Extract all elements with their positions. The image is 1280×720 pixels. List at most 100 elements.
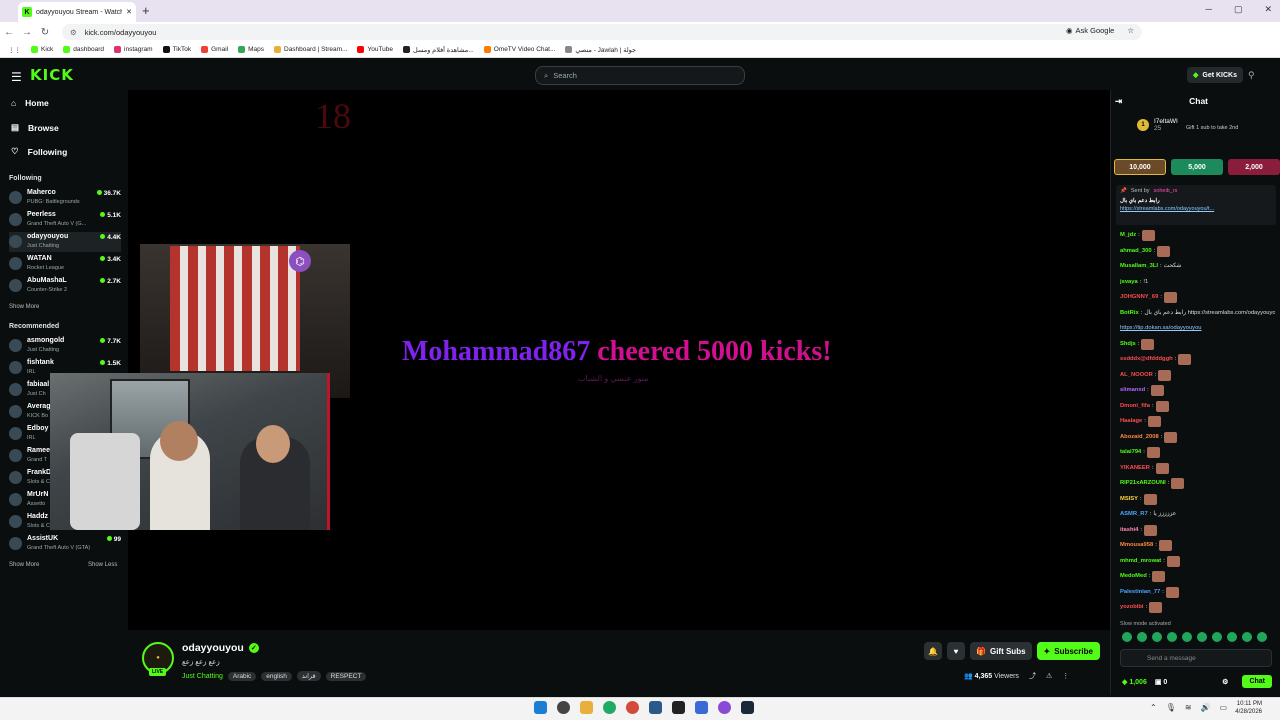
chat-username[interactable]: BotRix bbox=[1120, 306, 1139, 322]
mic-icon[interactable]: 🎙 bbox=[1166, 703, 1176, 712]
chat-username[interactable]: ahmad_300 bbox=[1120, 244, 1152, 260]
sidebar-channel[interactable]: WATAN Rocket League 3.4K bbox=[9, 254, 121, 274]
kicks-balance[interactable]: ◆ 1,006 bbox=[1122, 678, 1147, 686]
chat-username[interactable]: jsvaya bbox=[1120, 275, 1138, 291]
ask-google-button[interactable]: ◉ Ask Google ☆ bbox=[1066, 26, 1134, 35]
emote-button-icon[interactable] bbox=[1137, 632, 1147, 642]
new-tab-button[interactable]: + bbox=[142, 3, 150, 18]
chevron-up-icon[interactable]: ⌃ bbox=[1150, 703, 1157, 712]
bookmark-item[interactable]: Dashboard | Stream... bbox=[274, 46, 347, 53]
chat-username[interactable]: Mmousa958 bbox=[1120, 538, 1153, 554]
chat-send-button[interactable]: Chat bbox=[1242, 675, 1272, 688]
follow-heart-icon[interactable]: ♥ bbox=[947, 642, 965, 660]
search-taskbar-icon[interactable] bbox=[557, 701, 570, 714]
chat-username[interactable]: itashi4 bbox=[1120, 523, 1138, 539]
sidebar-item-home[interactable]: ⌂ Home bbox=[11, 98, 49, 108]
chat-username[interactable]: talai794 bbox=[1120, 445, 1141, 461]
maximize-icon[interactable]: ▢ bbox=[1234, 4, 1243, 15]
emote-button-icon[interactable] bbox=[1212, 632, 1222, 642]
kick-tier-2000[interactable]: 2,000 bbox=[1228, 159, 1280, 175]
category-link[interactable]: Just Chatting bbox=[182, 673, 223, 680]
collapse-chat-icon[interactable]: ⇥ bbox=[1115, 96, 1122, 107]
file-explorer-icon[interactable] bbox=[580, 701, 593, 714]
tag-chip[interactable]: Arabic bbox=[227, 671, 257, 681]
emote-button-icon[interactable] bbox=[1197, 632, 1207, 642]
sidebar-channel[interactable]: Maherco PUBG: Battlegrounds 36.7K bbox=[9, 188, 121, 208]
show-less-recommended[interactable]: Show Less bbox=[88, 562, 117, 568]
start-icon[interactable] bbox=[534, 701, 547, 714]
chat-username[interactable]: JOHGNNY_69 bbox=[1120, 290, 1158, 306]
emote-button-icon[interactable] bbox=[1167, 632, 1177, 642]
chat-username[interactable]: ssdddx@dfdddggh bbox=[1120, 352, 1173, 368]
more-options-icon[interactable]: ⋮ bbox=[1062, 672, 1069, 680]
bookmark-item[interactable]: Maps bbox=[238, 46, 264, 53]
reload-icon[interactable]: ↻ bbox=[36, 27, 54, 38]
points-balance[interactable]: ▣ 0 bbox=[1155, 678, 1167, 686]
chat-username[interactable]: slimanxd bbox=[1120, 383, 1145, 399]
forward-icon[interactable]: → bbox=[18, 27, 36, 38]
taskbar-clock[interactable]: 10:11 PM 4/28/2026 bbox=[1235, 700, 1262, 716]
tag-chip[interactable]: قراند bbox=[296, 671, 321, 681]
bookmark-item[interactable]: منصي - Jawlah | جولة bbox=[565, 46, 636, 54]
close-tab-icon[interactable]: ✕ bbox=[126, 8, 132, 16]
wifi-icon[interactable]: ≋ bbox=[1185, 703, 1192, 712]
chat-username[interactable]: MedoMed bbox=[1120, 569, 1147, 585]
store-icon[interactable] bbox=[695, 701, 708, 714]
browser-tab[interactable]: K odayyouyou Stream - Watch Li... ✕ bbox=[18, 2, 136, 22]
chat-settings-icon[interactable]: ⚙ bbox=[1222, 678, 1228, 686]
star-icon[interactable]: ☆ bbox=[1127, 26, 1134, 35]
terminal-icon[interactable] bbox=[672, 701, 685, 714]
chat-username[interactable]: RIP21xARZOUNI bbox=[1120, 476, 1166, 492]
sidebar-channel[interactable]: AssistUK Grand Theft Auto V (GTA) 99 bbox=[9, 534, 121, 554]
emote-button-icon[interactable] bbox=[1257, 632, 1267, 642]
chat-username[interactable]: Haalage bbox=[1120, 414, 1142, 430]
battery-icon[interactable]: ▭ bbox=[1220, 703, 1228, 712]
kick-tier-5000[interactable]: 5,000 bbox=[1171, 159, 1223, 175]
emote-button-icon[interactable] bbox=[1122, 632, 1132, 642]
bookmark-item[interactable]: dashboard bbox=[63, 46, 104, 53]
bookmark-item[interactable]: مشاهدة أفلام ومسل... bbox=[403, 46, 474, 54]
pinned-link[interactable]: https://streamlabs.com/odayyouyou/t... bbox=[1120, 206, 1272, 212]
chat-username[interactable]: ASMR_R7 bbox=[1120, 507, 1148, 523]
chat-username[interactable]: Musallam_3LI bbox=[1120, 259, 1158, 275]
sidebar-channel[interactable]: AbuMashaL Counter-Strike 2 2.7K bbox=[9, 276, 121, 296]
pinned-user[interactable]: soheib_rs bbox=[1154, 188, 1178, 194]
chat-input[interactable]: Send a message bbox=[1120, 649, 1272, 667]
report-icon[interactable]: ⚠ bbox=[1046, 672, 1052, 680]
chat-username[interactable]: Dmoni_fifa bbox=[1120, 399, 1150, 415]
chat-username[interactable]: YIKANEER bbox=[1120, 461, 1150, 477]
messenger-icon[interactable] bbox=[718, 701, 731, 714]
bell-icon[interactable]: 🔔 bbox=[924, 642, 942, 660]
search-input[interactable]: ⌕ Search bbox=[535, 66, 745, 85]
sidebar-channel[interactable]: asmongold Just Chatting 7.7K bbox=[9, 336, 121, 356]
chat-username[interactable]: Abozaid_2008 bbox=[1120, 430, 1159, 446]
bookmark-item[interactable]: YouTube bbox=[357, 46, 393, 53]
app-icon[interactable] bbox=[649, 701, 662, 714]
bookmark-item[interactable]: instagram bbox=[114, 46, 153, 53]
bookmark-item[interactable]: Kick bbox=[31, 46, 53, 53]
apps-icon[interactable]: ⋮⋮ bbox=[8, 46, 21, 54]
chat-username[interactable]: MSISY bbox=[1120, 492, 1138, 508]
chat-username[interactable]: mhmd_mrowat bbox=[1120, 554, 1161, 570]
chrome-icon[interactable] bbox=[626, 701, 639, 714]
emote-button-icon[interactable] bbox=[1152, 632, 1162, 642]
emote-button-icon[interactable] bbox=[1182, 632, 1192, 642]
back-icon[interactable]: ← bbox=[0, 27, 18, 38]
chat-username[interactable]: AL_NOOOR bbox=[1120, 368, 1153, 384]
chat-username[interactable]: yozobibi bbox=[1120, 600, 1144, 616]
share-icon[interactable]: ⤴ bbox=[1029, 671, 1036, 681]
address-bar[interactable]: ⚙ kick.com/odayyouyou bbox=[62, 24, 1142, 40]
chat-username[interactable]: Shdjs bbox=[1120, 337, 1136, 353]
streamer-name[interactable]: odayyouyou bbox=[182, 642, 244, 654]
tag-chip[interactable]: english bbox=[261, 671, 292, 681]
chat-username[interactable]: Palestinian_77 bbox=[1120, 585, 1160, 601]
volume-icon[interactable]: 🔊 bbox=[1201, 703, 1211, 712]
user-menu-icon[interactable]: ⚲ bbox=[1248, 70, 1255, 81]
menu-icon[interactable]: ☰ bbox=[11, 70, 22, 84]
subscribe-button[interactable]: ✦ Subscribe bbox=[1036, 642, 1100, 660]
show-more-recommended[interactable]: Show More bbox=[9, 562, 39, 568]
get-kicks-button[interactable]: ◆ Get KICKs bbox=[1187, 67, 1244, 83]
kick-logo[interactable]: KICK bbox=[30, 66, 74, 84]
minimize-icon[interactable]: ─ bbox=[1206, 4, 1212, 15]
site-info-icon[interactable]: ⚙ bbox=[70, 28, 77, 37]
